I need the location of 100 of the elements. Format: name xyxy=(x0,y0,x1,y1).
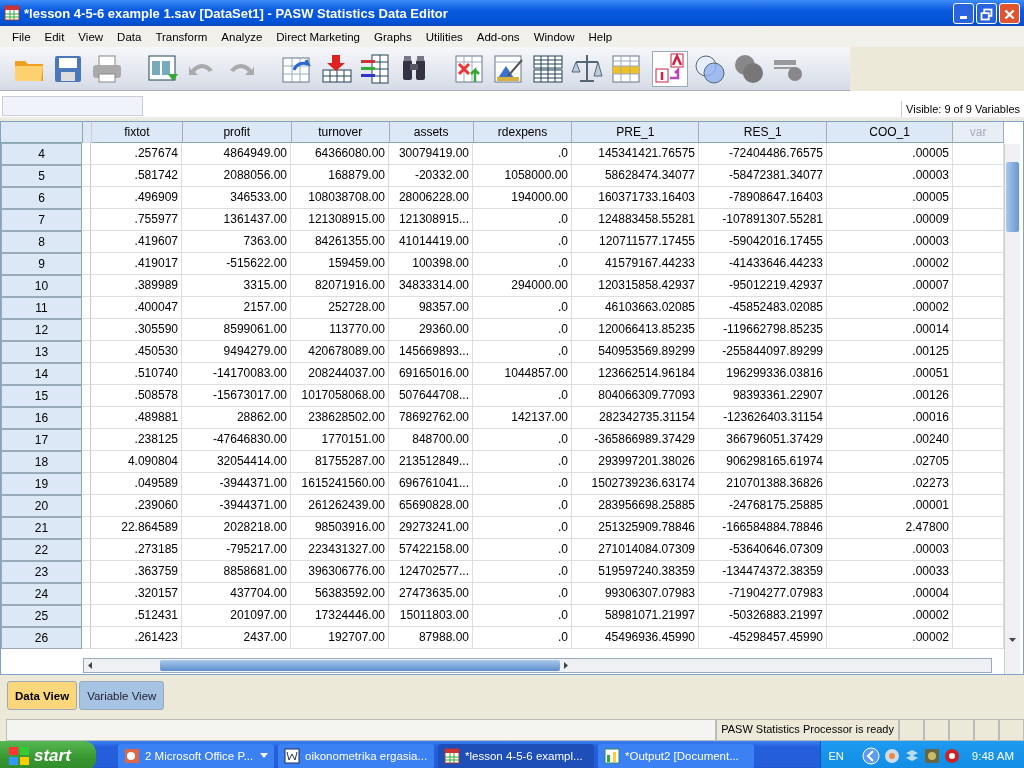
menu-item[interactable]: View xyxy=(72,30,110,43)
table-cell xyxy=(82,165,91,187)
table-cell: -20332.00 xyxy=(389,165,473,187)
row-header[interactable]: 24 xyxy=(1,583,82,605)
table-cell: .00003 xyxy=(827,539,953,561)
row-header[interactable]: 26 xyxy=(1,627,82,649)
table-cell: -41433646.44233 xyxy=(699,253,827,275)
taskbar-button[interactable]: oikonometrika ergasia... xyxy=(278,743,434,768)
row-header[interactable]: 17 xyxy=(1,429,82,451)
menu-item[interactable]: Data xyxy=(111,30,148,43)
horizontal-scrollbar[interactable] xyxy=(83,658,992,673)
table-cell: .257674 xyxy=(91,143,182,165)
row-header[interactable]: 7 xyxy=(1,209,82,231)
table-cell xyxy=(82,319,91,341)
menu-item[interactable]: Analyze xyxy=(215,30,269,43)
row-header[interactable]: 18 xyxy=(1,451,82,473)
column-header[interactable]: fixtot xyxy=(91,122,183,143)
column-header[interactable]: assets xyxy=(389,122,474,143)
table-cell: .489881 xyxy=(91,407,182,429)
row-header[interactable]: 19 xyxy=(1,473,82,495)
row-header[interactable]: 13 xyxy=(1,341,82,363)
table-cell: .00004 xyxy=(827,583,953,605)
cell-name-field[interactable] xyxy=(2,96,143,116)
table-cell: 124702577... xyxy=(389,561,473,583)
row-header[interactable]: 23 xyxy=(1,561,82,583)
row-header[interactable]: 16 xyxy=(1,407,82,429)
table-cell: 1017058068.00 xyxy=(291,385,389,407)
tray-icon[interactable] xyxy=(943,748,960,764)
value-labels-icon[interactable] xyxy=(653,51,687,86)
table-cell: .0 xyxy=(473,627,572,649)
variables-icon[interactable] xyxy=(358,51,392,86)
table-cell: 120315858.42937 xyxy=(572,275,699,297)
table-cell: .0 xyxy=(473,385,572,407)
start-button[interactable]: start xyxy=(0,741,96,768)
table-cell: .00002 xyxy=(827,253,953,275)
row-header[interactable]: 21 xyxy=(1,517,82,539)
row-header[interactable]: 25 xyxy=(1,605,82,627)
row-header[interactable]: 5 xyxy=(1,165,82,187)
menu-item[interactable]: Window xyxy=(527,30,581,43)
status-panel xyxy=(949,719,974,741)
column-header[interactable]: RES_1 xyxy=(699,122,828,143)
view-tab[interactable]: Variable View xyxy=(79,681,165,710)
row-header[interactable]: 12 xyxy=(1,319,82,341)
scrollbar-thumb[interactable] xyxy=(1006,162,1019,232)
status-panel xyxy=(999,719,1024,741)
table-cell: 507644708... xyxy=(389,385,473,407)
column-header[interactable]: rdexpens xyxy=(473,122,573,143)
column-header[interactable]: PRE_1 xyxy=(572,122,700,143)
restore-button[interactable] xyxy=(976,2,997,24)
table-cell: 252728.00 xyxy=(291,297,389,319)
column-header[interactable]: COO_1 xyxy=(827,122,954,143)
row-header[interactable]: 8 xyxy=(1,231,82,253)
table-cell: 17324446.00 xyxy=(291,605,389,627)
table-cell xyxy=(82,143,91,165)
table-cell: .00007 xyxy=(827,275,953,297)
row-header[interactable]: 14 xyxy=(1,363,82,385)
minimize-button[interactable] xyxy=(953,2,974,24)
table-cell: -119662798.85235 xyxy=(699,319,827,341)
row-header[interactable]: 9 xyxy=(1,253,82,275)
row-header[interactable]: 6 xyxy=(1,187,82,209)
menu-item[interactable]: File xyxy=(6,30,37,43)
tray-icon[interactable] xyxy=(923,748,940,764)
table-cell: -134474372.38359 xyxy=(699,561,827,583)
menu-item[interactable]: Edit xyxy=(38,30,71,43)
row-header[interactable]: 22 xyxy=(1,539,82,561)
taskbar-button[interactable]: 2 Microsoft Office P... xyxy=(118,743,274,768)
taskbar-button[interactable]: *lesson 4-5-6 exampl... xyxy=(438,743,594,768)
taskbar-button[interactable]: *Output2 [Document... xyxy=(598,743,754,768)
menu-item[interactable]: Graphs xyxy=(368,30,418,43)
table-cell: 28862.00 xyxy=(182,407,291,429)
row-header[interactable]: 15 xyxy=(1,385,82,407)
table-cell: 98357.00 xyxy=(389,297,473,319)
close-button[interactable] xyxy=(999,2,1020,24)
view-tab[interactable]: Data View xyxy=(7,681,78,710)
table-cell: 208244037.00 xyxy=(291,363,389,385)
menu-item[interactable]: Direct Marketing xyxy=(270,30,366,43)
table-cell: .419607 xyxy=(91,231,182,253)
row-header[interactable]: 20 xyxy=(1,495,82,517)
column-header[interactable]: turnover xyxy=(291,122,390,143)
chevron-left-icon[interactable] xyxy=(861,747,880,765)
table-cell: 32054414.00 xyxy=(182,451,291,473)
vertical-scrollbar[interactable] xyxy=(1004,144,1020,674)
menu-item[interactable]: Utilities xyxy=(419,30,469,43)
table-cell: 238628502.00 xyxy=(291,407,389,429)
menu-item[interactable]: Transform xyxy=(149,30,214,43)
table-cell: 120066413.85235 xyxy=(572,319,699,341)
table-cell: 1770151.00 xyxy=(291,429,389,451)
row-header[interactable]: 11 xyxy=(1,297,82,319)
scrollbar-thumb[interactable] xyxy=(160,660,560,671)
table-cell: .0 xyxy=(473,429,572,451)
table-cell: 848700.00 xyxy=(389,429,473,451)
table-cell: .320157 xyxy=(91,583,182,605)
row-header[interactable]: 10 xyxy=(1,275,82,297)
table-cell: -515622.00 xyxy=(182,253,291,275)
menu-item[interactable]: Add-ons xyxy=(470,30,526,43)
table-cell: .0 xyxy=(473,473,572,495)
row-header[interactable]: 4 xyxy=(1,143,82,165)
table-cell: 145669893... xyxy=(389,341,473,363)
column-header[interactable]: profit xyxy=(182,122,292,143)
menu-item[interactable]: Help xyxy=(582,30,619,43)
